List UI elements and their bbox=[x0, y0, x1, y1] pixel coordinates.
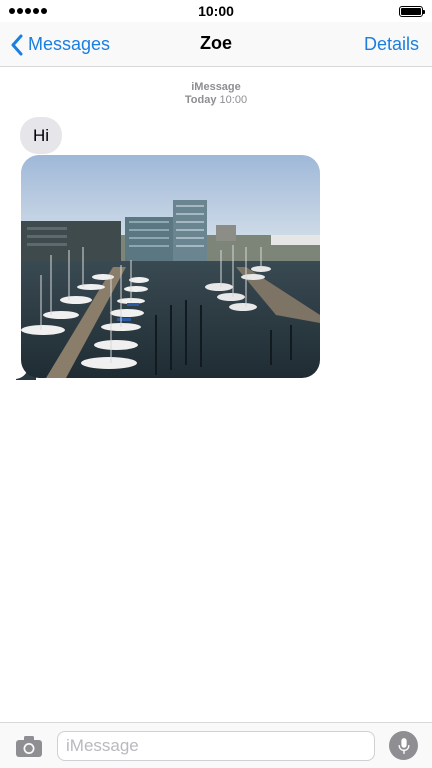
status-time: 10:00 bbox=[198, 3, 234, 19]
message-input[interactable] bbox=[57, 731, 375, 761]
message-input-bar bbox=[0, 722, 432, 768]
message-timestamp: Today 10:00 bbox=[185, 94, 247, 106]
timestamp-day: Today bbox=[184, 94, 217, 106]
status-bar: 10:00 bbox=[0, 0, 432, 22]
incoming-message-bubble[interactable]: Hi bbox=[20, 117, 63, 154]
camera-button[interactable] bbox=[14, 733, 44, 759]
microphone-icon bbox=[397, 737, 410, 754]
camera-icon bbox=[16, 736, 42, 757]
details-button[interactable]: Details bbox=[364, 22, 419, 67]
service-label: iMessage bbox=[191, 81, 241, 93]
messages-screen: 10:00 Messages Zoe Details iMessage Toda… bbox=[0, 0, 432, 768]
back-button-label: Messages bbox=[28, 34, 111, 54]
incoming-photo-message[interactable] bbox=[12, 155, 322, 380]
battery-full-icon bbox=[399, 5, 425, 17]
nav-bar: Messages Zoe Details bbox=[0, 22, 432, 67]
conversation-header: iMessage Today 10:00 bbox=[0, 81, 432, 107]
marina-harbour-photo[interactable] bbox=[21, 155, 320, 378]
timestamp-time: 10:00 bbox=[219, 94, 248, 106]
dictation-button[interactable] bbox=[389, 731, 418, 760]
chevron-left-icon bbox=[11, 34, 23, 55]
back-button[interactable]: Messages bbox=[10, 22, 110, 67]
